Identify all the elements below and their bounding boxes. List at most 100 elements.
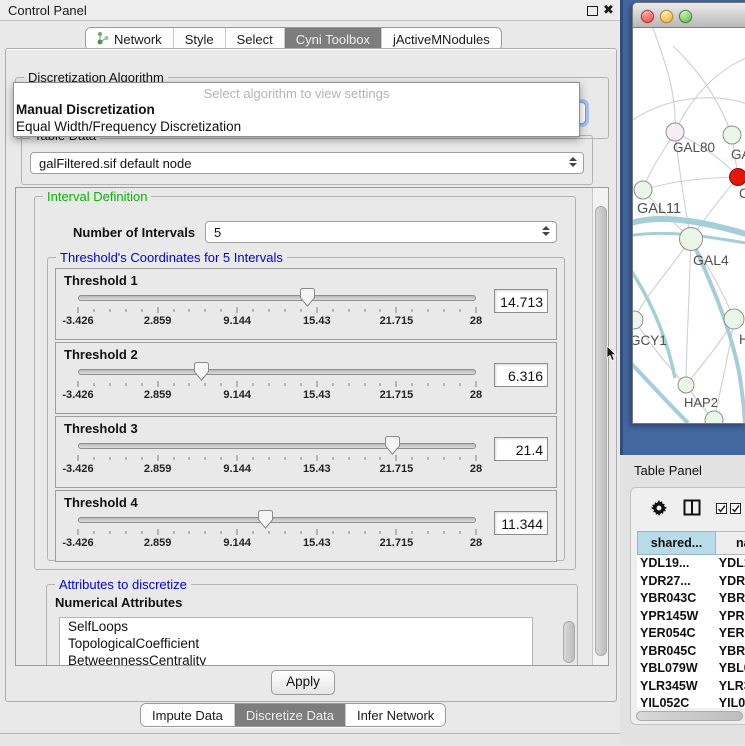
tick-mark	[125, 457, 126, 460]
slider-thumb[interactable]	[258, 510, 273, 529]
slider-thumb[interactable]	[194, 362, 209, 381]
node-label: GCY1	[633, 333, 667, 348]
table-row[interactable]: YBR043CYBR0	[637, 590, 745, 608]
table-data-select[interactable]: galFiltered.sif default node	[30, 152, 584, 174]
network-node[interactable]	[633, 311, 643, 329]
tab-jactivemnodules[interactable]: jActiveMNodules	[382, 28, 501, 50]
attribute-list-item[interactable]: TopologicalCoefficient	[60, 635, 532, 652]
network-node[interactable]	[680, 228, 703, 251]
tab-network[interactable]: Network	[86, 28, 174, 50]
popup-item-manual-discretization[interactable]: Manual Discretization	[14, 101, 579, 118]
cell-name[interactable]: YBR0	[715, 643, 745, 661]
cell-shared-name[interactable]: YIL052C	[637, 695, 715, 708]
cell-shared-name[interactable]: YDR27...	[637, 573, 715, 591]
tick-mark	[300, 383, 301, 386]
slider-thumb[interactable]	[385, 436, 400, 455]
tick-mark	[237, 529, 238, 535]
tick-mark	[364, 383, 365, 386]
network-node[interactable]	[723, 126, 741, 144]
list-scrollbar-thumb[interactable]	[563, 621, 575, 663]
threshold-value-field[interactable]: 11.344	[494, 511, 548, 535]
vertical-scrollbar-thumb[interactable]	[595, 206, 607, 656]
network-node[interactable]	[634, 181, 652, 199]
threshold-value-field[interactable]: 6.316	[494, 363, 548, 387]
threshold-slider[interactable]: -3.4262.8599.14415.4321.71528	[78, 289, 476, 335]
tab-style[interactable]: Style	[174, 28, 226, 50]
slider-track[interactable]	[78, 517, 476, 523]
bottom-tab-discretize-data[interactable]: Discretize Data	[235, 704, 346, 726]
network-node[interactable]	[724, 309, 744, 329]
numerical-attributes-list[interactable]: SelfLoopsTopologicalCoefficientBetweenne…	[59, 617, 533, 666]
vertical-scrollbar[interactable]	[592, 188, 608, 665]
threshold-slider[interactable]: -3.4262.8599.14415.4321.71528	[78, 437, 476, 483]
apply-button[interactable]: Apply	[271, 670, 335, 695]
horizontal-scrollbar-thumb[interactable]	[636, 711, 743, 721]
gear-icon[interactable]	[651, 500, 667, 516]
table-row[interactable]: YDL19...YDL1	[637, 555, 745, 573]
checkbox-icon[interactable]	[730, 503, 742, 515]
cell-shared-name[interactable]: YBR043C	[637, 590, 715, 608]
threshold-value-field[interactable]: 21.4	[494, 437, 548, 461]
cell-name[interactable]: YDR2	[715, 573, 745, 591]
table-row[interactable]: YER054CYER0	[637, 625, 745, 643]
cell-shared-name[interactable]: YER054C	[637, 625, 715, 643]
network-nodes[interactable]	[633, 123, 745, 423]
tick-mark	[125, 383, 126, 386]
threshold-value-field[interactable]: 14.713	[494, 289, 548, 313]
attribute-list-item[interactable]: SelfLoops	[60, 618, 532, 635]
slider-track[interactable]	[78, 443, 476, 449]
table-row[interactable]: YBR045CYBR0	[637, 643, 745, 661]
cell-name[interactable]: YBL0	[715, 660, 745, 678]
network-canvas[interactable]: GAL80GACGAL11GAL4GCY1HHAP2	[633, 28, 745, 423]
network-window-titlebar[interactable]	[633, 3, 745, 28]
cell-name[interactable]: YPR1	[715, 608, 745, 626]
cell-name[interactable]: YDL1	[715, 555, 745, 573]
table-row[interactable]: YIL052CYIL0	[637, 695, 745, 708]
close-traffic-light[interactable]	[641, 10, 654, 23]
list-scrollbar[interactable]	[563, 619, 575, 666]
table-row[interactable]: YBL079WYBL0	[637, 660, 745, 678]
cell-shared-name[interactable]: YLR345W	[637, 678, 715, 696]
threshold-slider[interactable]: -3.4262.8599.14415.4321.71528	[78, 363, 476, 409]
attributes-group: Attributes to discretize Numerical Attri…	[46, 584, 578, 666]
tab-cyni-toolbox[interactable]: Cyni Toolbox	[285, 28, 382, 50]
tick-mark	[78, 455, 79, 461]
cell-name[interactable]: YER0	[715, 625, 745, 643]
bottom-tab-infer-network[interactable]: Infer Network	[346, 704, 445, 726]
bottom-tab-impute-data[interactable]: Impute Data	[141, 704, 235, 726]
cell-name[interactable]: YIL0	[715, 695, 745, 708]
float-window-icon[interactable]	[587, 6, 598, 16]
column-header-name[interactable]: na	[716, 531, 745, 555]
threshold-slider[interactable]: -3.4262.8599.14415.4321.71528	[78, 511, 476, 557]
cell-shared-name[interactable]: YBL079W	[637, 660, 715, 678]
network-node[interactable]	[666, 123, 684, 141]
cell-name[interactable]: YLR3	[715, 678, 745, 696]
group-label: Attributes to discretize	[55, 577, 191, 592]
cell-name[interactable]: YBR0	[715, 590, 745, 608]
checkbox-icon[interactable]	[716, 503, 728, 515]
tick-mark	[364, 457, 365, 460]
table-row[interactable]: YLR345WYLR3	[637, 678, 745, 696]
column-header-shared[interactable]: shared...	[637, 531, 716, 555]
table-row[interactable]: YDR27...YDR2	[637, 573, 745, 591]
slider-thumb[interactable]	[300, 288, 315, 307]
tab-select[interactable]: Select	[226, 28, 285, 50]
attribute-list-item[interactable]: BetweennessCentrality	[60, 652, 532, 666]
table-row[interactable]: YPR145WYPR1	[637, 608, 745, 626]
close-icon[interactable]: ✖	[603, 2, 614, 18]
network-node[interactable]	[730, 169, 745, 186]
minimize-traffic-light[interactable]	[660, 10, 673, 23]
popup-item-equal-width[interactable]: Equal Width/Frequency Discretization	[14, 118, 579, 135]
horizontal-scrollbar[interactable]	[635, 711, 745, 721]
column-layout-icon[interactable]	[683, 499, 701, 516]
cell-shared-name[interactable]: YPR145W	[637, 608, 715, 626]
zoom-traffic-light[interactable]	[679, 10, 692, 23]
cell-shared-name[interactable]: YDL19...	[637, 555, 715, 573]
network-node[interactable]	[678, 377, 694, 393]
cell-shared-name[interactable]: YBR045C	[637, 643, 715, 661]
slider-track[interactable]	[78, 369, 476, 375]
slider-track[interactable]	[78, 295, 476, 301]
tick-mark	[428, 309, 429, 312]
slider-ticks	[78, 455, 476, 461]
intervals-select[interactable]: 5	[205, 221, 557, 243]
